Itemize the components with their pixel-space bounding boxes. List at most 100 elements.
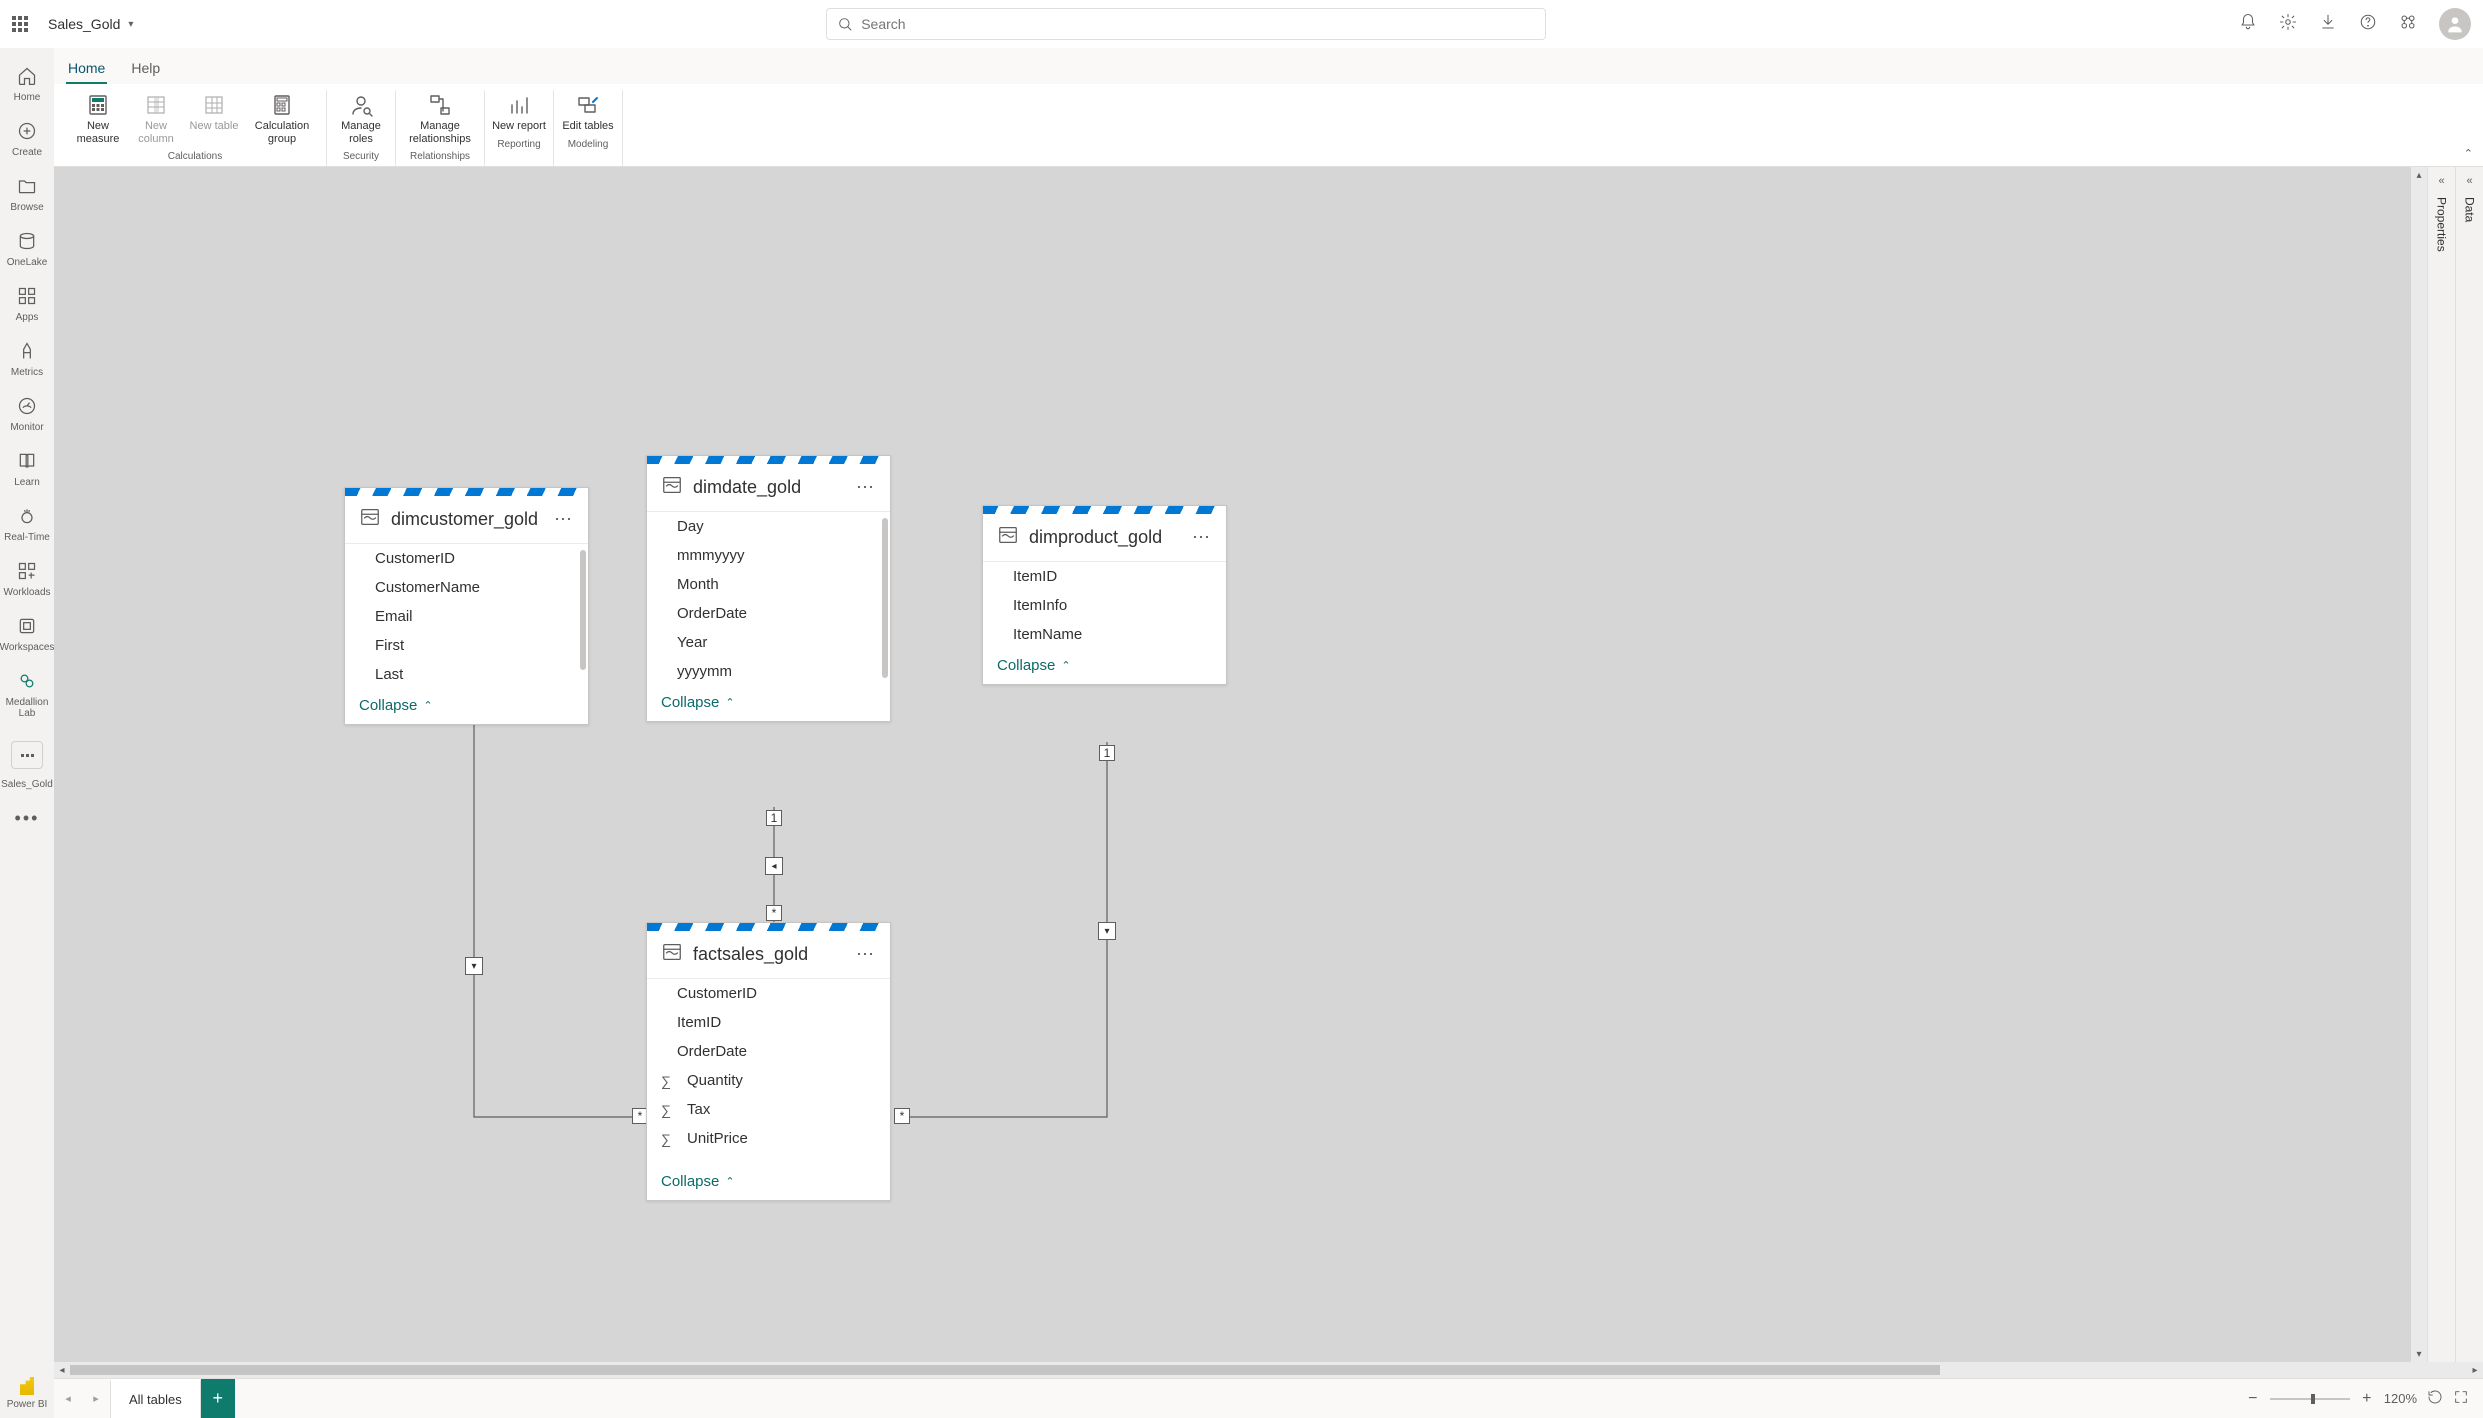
tab-home[interactable]: Home bbox=[66, 54, 107, 84]
rail-browse[interactable]: Browse bbox=[0, 168, 54, 219]
manage-relationships-button[interactable]: Manage relationships bbox=[402, 90, 478, 147]
rail-onelake[interactable]: OneLake bbox=[0, 223, 54, 274]
ribbon-group-relationships: Manage relationships Relationships bbox=[396, 90, 485, 166]
edit-tables-button[interactable]: Edit tables bbox=[560, 90, 616, 135]
collapse-button[interactable]: Collapse⌃ bbox=[661, 1173, 876, 1190]
field-item[interactable]: ItemID bbox=[647, 1008, 890, 1037]
scrollbar-thumb[interactable] bbox=[882, 518, 888, 678]
zoom-in-button[interactable]: + bbox=[2360, 1390, 2374, 1408]
rail-metrics[interactable]: Metrics bbox=[0, 333, 54, 384]
rail-workloads[interactable]: Workloads bbox=[0, 553, 54, 604]
horizontal-scrollbar[interactable]: ◂ ▸ bbox=[54, 1362, 2483, 1378]
search-input[interactable] bbox=[861, 16, 1535, 32]
scroll-track[interactable] bbox=[70, 1365, 2467, 1375]
table-name: factsales_gold bbox=[693, 944, 846, 965]
field-list: Day mmmyyyy Month OrderDate Year yyyymm bbox=[647, 512, 890, 686]
collapse-button[interactable]: Collapse⌃ bbox=[359, 697, 574, 714]
field-list: CustomerID CustomerName Email First Last bbox=[345, 544, 588, 689]
field-item[interactable]: mmmyyyy bbox=[647, 541, 890, 570]
scroll-down-button[interactable]: ▾ bbox=[2411, 1346, 2427, 1362]
ribbon-collapse-icon[interactable]: ⌃ bbox=[2464, 147, 2473, 160]
field-item[interactable]: ∑UnitPrice bbox=[647, 1124, 890, 1153]
rail-realtime[interactable]: Real-Time bbox=[0, 498, 54, 549]
rail-powerbi[interactable]: Power BI bbox=[7, 1377, 48, 1410]
table-more-icon[interactable]: ⋯ bbox=[856, 944, 876, 965]
scroll-left-button[interactable]: ◂ bbox=[54, 1362, 70, 1378]
zoom-out-button[interactable]: − bbox=[2246, 1390, 2260, 1408]
field-item[interactable]: First bbox=[345, 631, 588, 660]
manage-roles-button[interactable]: Manage roles bbox=[333, 90, 389, 147]
new-report-button[interactable]: New report bbox=[491, 90, 547, 135]
calculation-group-button[interactable]: Calculation group bbox=[244, 90, 320, 147]
rail-workspaces[interactable]: Workspaces bbox=[0, 608, 54, 659]
rail-medallion-lab[interactable]: Medallion Lab bbox=[0, 663, 54, 725]
field-item[interactable]: Day bbox=[647, 512, 890, 541]
cardinality-one: 1 bbox=[1099, 745, 1115, 761]
field-item[interactable]: ∑Tax bbox=[647, 1095, 890, 1124]
new-measure-button[interactable]: New measure bbox=[70, 90, 126, 147]
table-card-dimcustomer[interactable]: dimcustomer_gold ⋯ CustomerID CustomerNa… bbox=[344, 487, 589, 725]
sigma-icon: ∑ bbox=[659, 1102, 673, 1118]
settings-icon[interactable] bbox=[2279, 13, 2297, 36]
rail-home[interactable]: Home bbox=[0, 58, 54, 109]
zoom-slider[interactable] bbox=[2270, 1398, 2350, 1400]
field-item[interactable]: ItemName bbox=[983, 620, 1226, 649]
bottom-bar: ◂ ▸ All tables + − + 120% bbox=[54, 1378, 2483, 1418]
table-more-icon[interactable]: ⋯ bbox=[1192, 527, 1212, 548]
properties-pane-tab[interactable]: « Properties bbox=[2427, 167, 2455, 1362]
rail-create[interactable]: Create bbox=[0, 113, 54, 164]
download-icon[interactable] bbox=[2319, 13, 2337, 36]
field-item[interactable]: Last bbox=[345, 660, 588, 689]
field-item[interactable]: CustomerID bbox=[647, 979, 890, 1008]
tab-help[interactable]: Help bbox=[129, 54, 162, 84]
field-item[interactable]: yyyymm bbox=[647, 657, 890, 686]
tab-nav-next[interactable]: ▸ bbox=[82, 1392, 110, 1405]
rail-sales-gold[interactable]: Sales_Gold bbox=[0, 729, 54, 796]
data-pane-tab[interactable]: « Data bbox=[2455, 167, 2483, 1362]
rail-more[interactable]: ••• bbox=[15, 808, 40, 829]
search-box[interactable] bbox=[826, 8, 1546, 40]
collapse-button[interactable]: Collapse⌃ bbox=[997, 657, 1212, 674]
vertical-scrollbar[interactable]: ▴ ▾ bbox=[2411, 167, 2427, 1362]
field-item[interactable]: OrderDate bbox=[647, 599, 890, 628]
field-item[interactable]: Year bbox=[647, 628, 890, 657]
app-launcher-icon[interactable] bbox=[12, 16, 28, 32]
scroll-right-button[interactable]: ▸ bbox=[2467, 1362, 2483, 1378]
user-avatar[interactable] bbox=[2439, 8, 2471, 40]
table-more-icon[interactable]: ⋯ bbox=[554, 509, 574, 530]
field-item[interactable]: ∑Quantity bbox=[647, 1066, 890, 1095]
rail-apps[interactable]: Apps bbox=[0, 278, 54, 329]
field-item[interactable]: CustomerID bbox=[345, 544, 588, 573]
zoom-reset-icon[interactable] bbox=[2427, 1389, 2443, 1408]
scroll-up-button[interactable]: ▴ bbox=[2411, 167, 2427, 183]
notifications-icon[interactable] bbox=[2239, 13, 2257, 36]
field-item[interactable]: Email bbox=[345, 602, 588, 631]
ribbon-group-security: Manage roles Security bbox=[327, 90, 396, 166]
tab-nav-prev[interactable]: ◂ bbox=[54, 1392, 82, 1405]
zoom-thumb[interactable] bbox=[2311, 1394, 2315, 1404]
field-item[interactable]: CustomerName bbox=[345, 573, 588, 602]
workspace-title[interactable]: Sales_Gold ▾ bbox=[48, 16, 133, 32]
scroll-thumb[interactable] bbox=[70, 1365, 1940, 1375]
collapse-button[interactable]: Collapse⌃ bbox=[661, 694, 876, 711]
scrollbar-thumb[interactable] bbox=[580, 550, 586, 670]
model-canvas[interactable]: 1 ▾ * 1 ◂ * 1 ▾ * dimcustomer_gold ⋯ bbox=[54, 167, 2427, 1362]
main-column: Home Help New measure New column bbox=[54, 48, 2483, 1418]
table-card-factsales[interactable]: factsales_gold ⋯ CustomerID ItemID Order… bbox=[646, 922, 891, 1201]
feedback-icon[interactable] bbox=[2399, 13, 2417, 36]
table-more-icon[interactable]: ⋯ bbox=[856, 477, 876, 498]
table-card-dimproduct[interactable]: dimproduct_gold ⋯ ItemID ItemInfo ItemNa… bbox=[982, 505, 1227, 685]
field-item[interactable]: OrderDate bbox=[647, 1037, 890, 1066]
fit-to-screen-icon[interactable] bbox=[2453, 1389, 2469, 1408]
top-icons bbox=[2239, 8, 2471, 40]
field-item[interactable]: Month bbox=[647, 570, 890, 599]
help-icon[interactable] bbox=[2359, 13, 2377, 36]
tab-all-tables[interactable]: All tables bbox=[110, 1379, 201, 1418]
rail-learn[interactable]: Learn bbox=[0, 443, 54, 494]
field-item[interactable]: ItemID bbox=[983, 562, 1226, 591]
field-item[interactable]: ItemInfo bbox=[983, 591, 1226, 620]
rail-monitor[interactable]: Monitor bbox=[0, 388, 54, 439]
add-tab-button[interactable]: + bbox=[201, 1379, 235, 1418]
table-icon bbox=[661, 474, 683, 501]
table-card-dimdate[interactable]: dimdate_gold ⋯ Day mmmyyyy Month OrderDa… bbox=[646, 455, 891, 722]
